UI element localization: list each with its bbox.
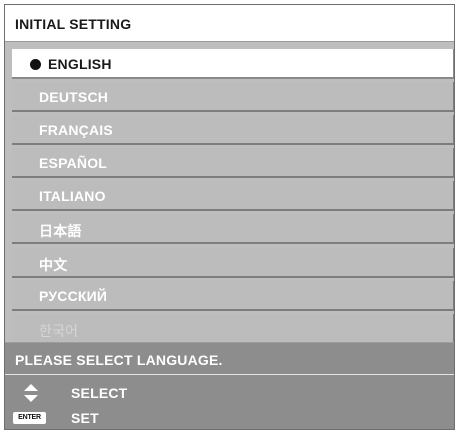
language-label: 한국어 bbox=[39, 322, 79, 339]
selected-bullet-icon bbox=[30, 59, 41, 70]
language-label: DEUTSCH bbox=[39, 89, 109, 106]
language-item-english[interactable]: ENGLISH bbox=[12, 49, 454, 79]
language-item-francais[interactable]: FRANÇAIS bbox=[12, 115, 454, 146]
language-label: FRANÇAIS bbox=[39, 122, 113, 139]
language-label: ENGLISH bbox=[48, 56, 112, 72]
language-label: 中文 bbox=[39, 256, 68, 273]
language-item-russian[interactable]: РУССКИЙ bbox=[12, 280, 454, 311]
language-item-chinese[interactable]: 中文 bbox=[12, 247, 454, 278]
help-row-set: ENTER SET bbox=[5, 406, 454, 429]
language-item-deutsch[interactable]: DEUTSCH bbox=[12, 82, 454, 113]
language-label: РУССКИЙ bbox=[39, 287, 108, 304]
language-item-korean[interactable]: 한국어 bbox=[12, 313, 454, 344]
status-bar: PLEASE SELECT LANGUAGE. bbox=[5, 342, 454, 375]
language-item-espanol[interactable]: ESPAÑOL bbox=[12, 148, 454, 179]
help-row-select: SELECT bbox=[5, 381, 454, 405]
language-item-japanese[interactable]: 日本語 bbox=[12, 214, 454, 245]
up-down-arrows-icon bbox=[24, 384, 38, 402]
status-message: PLEASE SELECT LANGUAGE. bbox=[15, 352, 223, 368]
language-item-italiano[interactable]: ITALIANO bbox=[12, 181, 454, 212]
page-title: INITIAL SETTING bbox=[15, 16, 132, 32]
language-label: 日本語 bbox=[39, 223, 82, 240]
select-label: SELECT bbox=[71, 385, 128, 401]
language-list: ENGLISH DEUTSCH FRANÇAIS ESPAÑOL ITALIAN… bbox=[12, 49, 454, 347]
help-guide: SELECT ENTER SET bbox=[5, 375, 454, 429]
language-label: ESPAÑOL bbox=[39, 155, 108, 172]
language-label: ITALIANO bbox=[39, 188, 106, 205]
set-label: SET bbox=[71, 410, 99, 426]
title-bar: INITIAL SETTING bbox=[5, 5, 454, 42]
enter-key-icon: ENTER bbox=[13, 412, 46, 424]
initial-setting-dialog: INITIAL SETTING ENGLISH DEUTSCH FRANÇAIS… bbox=[4, 4, 455, 430]
